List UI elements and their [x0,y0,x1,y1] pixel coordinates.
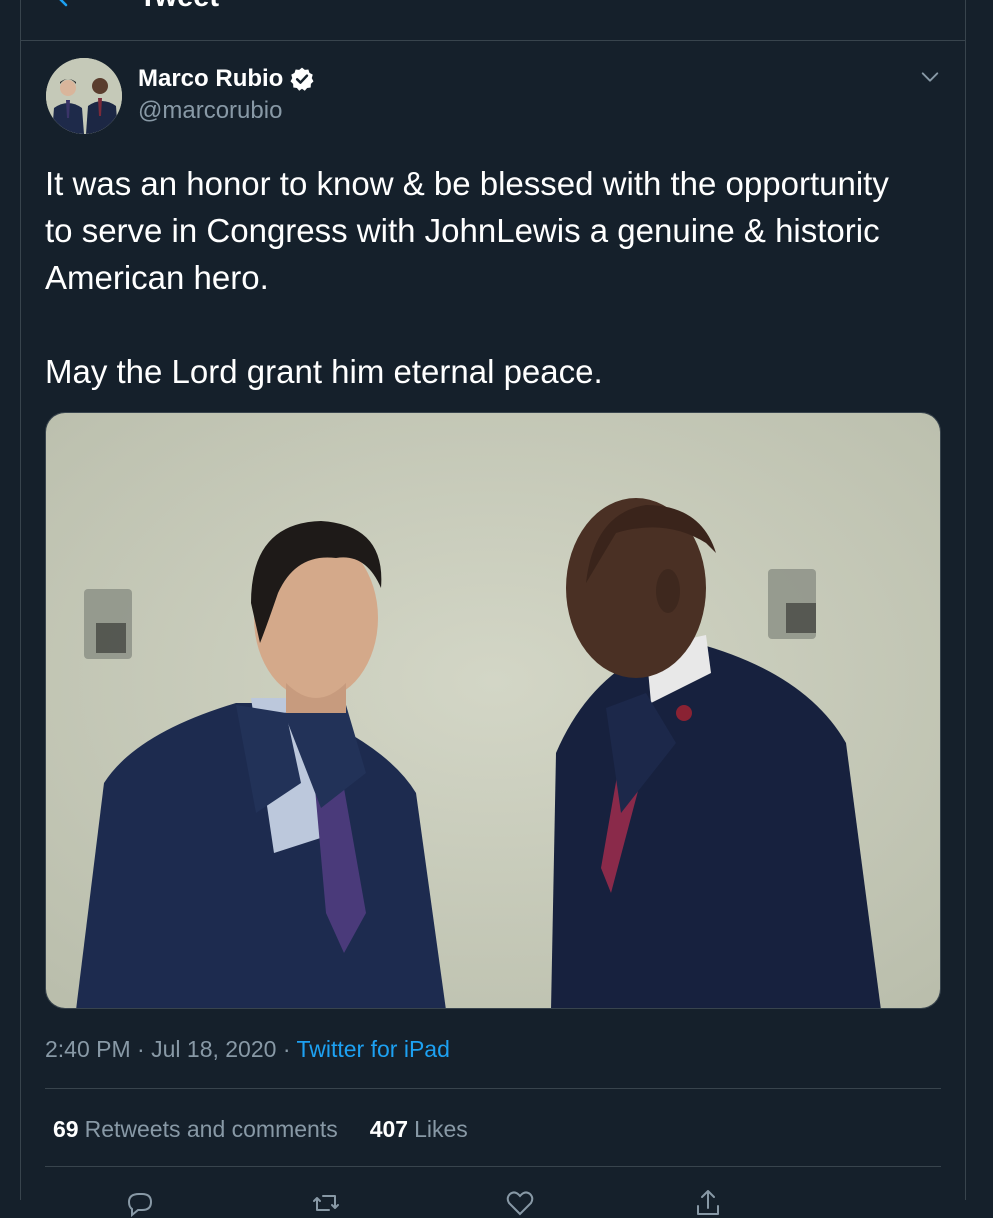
tweet-time[interactable]: 2:40 PM [45,1036,131,1062]
page-title: Tweet [139,0,219,12]
tweet-paragraph: May the Lord grant him eternal peace. [45,353,603,390]
like-icon[interactable] [505,1188,535,1218]
retweets-count: 69 [53,1116,79,1142]
chevron-down-icon[interactable] [919,66,941,88]
tweet-date[interactable]: Jul 18, 2020 [151,1036,276,1062]
verified-badge-icon [290,67,314,91]
divider [45,1088,941,1089]
back-arrow-icon[interactable] [51,0,75,10]
tweet-paragraph: It was an honor to know & be blessed wit… [45,165,889,296]
likes-count: 407 [369,1116,409,1142]
meta-separator: · [137,1036,145,1062]
reply-icon[interactable] [125,1188,155,1218]
tweet-actions [21,1180,965,1218]
likes-label: Likes [414,1116,468,1142]
retweets-label: Retweets and comments [84,1116,338,1142]
author-name[interactable]: Marco Rubio [138,63,283,95]
tweet-photo[interactable] [45,412,941,1009]
retweets-stat[interactable]: 69 Retweets and comments [53,1112,338,1146]
photo-image [46,413,940,1008]
avatar-image [46,58,122,134]
tweet-meta: 2:40 PM · Jul 18, 2020 · Twitter for iPa… [45,1032,450,1066]
retweet-icon[interactable] [311,1188,341,1218]
author-name-row[interactable]: Marco Rubio [138,63,315,95]
tweet-stats: 69 Retweets and comments 407 Likes [53,1112,468,1146]
avatar[interactable] [46,58,122,134]
divider [45,1166,941,1167]
tweet-source-link[interactable]: Twitter for iPad [296,1036,449,1062]
author-handle[interactable]: @marcorubio [138,96,282,126]
meta-separator: · [282,1036,291,1062]
tweet-text: It was an honor to know & be blessed wit… [45,160,925,395]
tweet-column: Tweet Marco Rubio @marcorubio It was an … [20,0,966,1218]
share-icon[interactable] [693,1188,723,1218]
header: Tweet [21,0,965,41]
likes-stat[interactable]: 407 Likes [370,1112,468,1146]
